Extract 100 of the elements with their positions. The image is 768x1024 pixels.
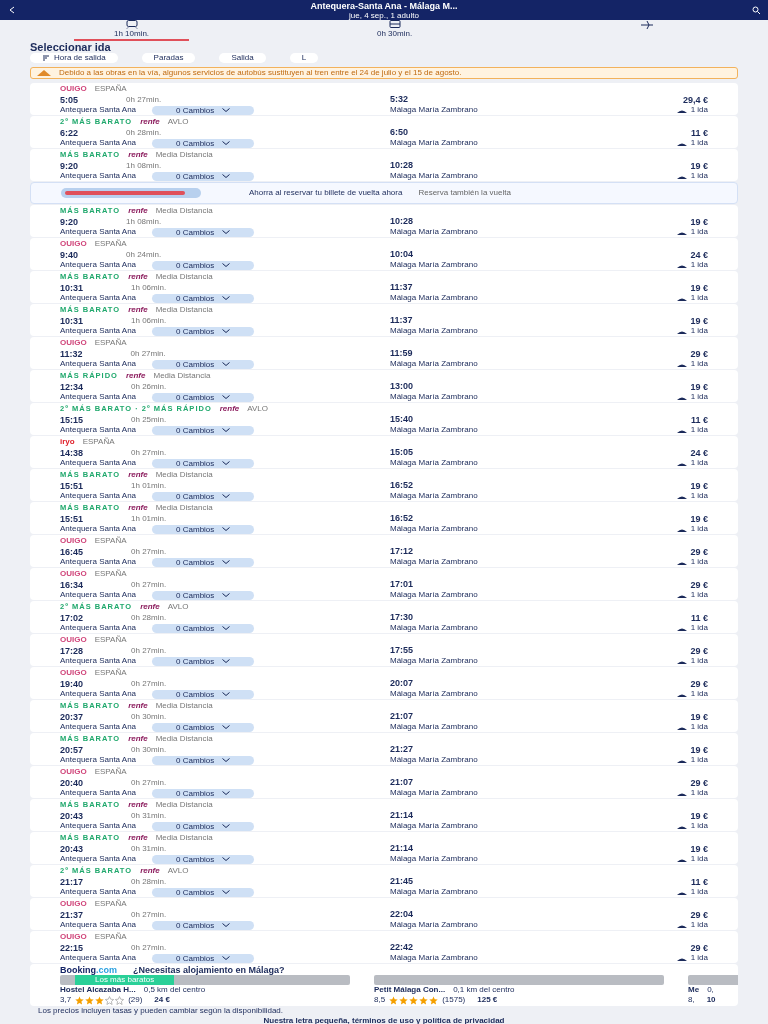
changes-toggle[interactable]: 0 Cambios: [152, 623, 255, 633]
fare-type: 1 ida: [690, 722, 708, 732]
origin-station: Antequera Santa Ana: [60, 392, 137, 402]
filter-chip[interactable]: Paradas: [141, 53, 196, 63]
origin-station: Antequera Santa Ana: [60, 171, 137, 181]
changes-toggle[interactable]: 0 Cambios: [152, 722, 255, 732]
hotel-name[interactable]: Petit Málaga Con...: [374, 985, 446, 995]
return-promo-banner[interactable]: Ahorra al reservar tu billete de vuelta ahora Reserva también la vuelta: [30, 182, 738, 204]
changes-toggle[interactable]: 0 Cambios: [152, 755, 255, 765]
changes-toggle[interactable]: 0 Cambios: [152, 138, 255, 148]
departure-time: 15:51: [60, 513, 84, 524]
changes-toggle[interactable]: 0 Cambios: [152, 227, 255, 237]
origin-station: Antequera Santa Ana: [60, 887, 137, 897]
departure-time: 20:43: [60, 843, 84, 854]
changes-toggle[interactable]: 0 Cambios: [152, 656, 255, 666]
changes-toggle[interactable]: 0 Cambios: [152, 854, 255, 864]
departure-time: 20:37: [60, 711, 84, 722]
chevron-down-icon: [222, 174, 231, 178]
changes-toggle[interactable]: 0 Cambios: [152, 392, 255, 402]
chevron-down-icon: [222, 108, 231, 112]
changes-toggle[interactable]: 0 Cambios: [152, 293, 255, 303]
back-icon[interactable]: [8, 6, 16, 14]
operator-service: Media Distancia: [155, 701, 213, 711]
arrival-time: 20:07: [390, 678, 414, 688]
operator-service: ESPAÑA: [94, 84, 127, 94]
chevron-down-icon: [222, 560, 231, 564]
departure-time: 6:22: [60, 127, 78, 138]
chevron-down-icon: [222, 923, 231, 927]
chevron-down-icon: [222, 527, 231, 531]
operator-service: ESPAÑA: [94, 899, 127, 909]
trip-duration: 0h 27min.: [131, 777, 167, 788]
changes-toggle[interactable]: 0 Cambios: [152, 458, 255, 468]
origin-station: Antequera Santa Ana: [60, 953, 137, 963]
changes-toggle[interactable]: 0 Cambios: [152, 359, 255, 369]
destination-station: Málaga María Zambrano: [390, 689, 478, 698]
operator-service: ESPAÑA: [94, 536, 127, 546]
ticket-price: 19 €: [690, 480, 708, 491]
arrival-time: 22:04: [390, 909, 414, 919]
changes-toggle[interactable]: 0 Cambios: [152, 887, 255, 897]
sort-icon: [42, 55, 50, 61]
operator-service: Media Distancia: [155, 305, 213, 315]
trip-duration: 1h 08min.: [126, 160, 162, 171]
hotel-distance: 0,5 km del centro: [143, 985, 206, 995]
trip-duration: 0h 31min.: [131, 810, 167, 821]
changes-toggle[interactable]: 0 Cambios: [152, 920, 255, 930]
destination-station: Málaga María Zambrano: [390, 293, 478, 302]
ticket-price: 19 €: [690, 160, 708, 171]
departure-time: 22:15: [60, 942, 84, 953]
operator-logo: renfe: [128, 305, 148, 315]
changes-toggle[interactable]: 0 Cambios: [152, 689, 255, 699]
changes-toggle[interactable]: 0 Cambios: [152, 557, 255, 567]
legal-link[interactable]: Nuestra letra pequeña, términos de uso y política de privacidad: [263, 1016, 505, 1024]
operator-logo: renfe: [128, 833, 148, 843]
hotel-rating: 8,5: [374, 995, 386, 1005]
ticket-price: 29 €: [690, 942, 708, 953]
arrival-time: 10:04: [390, 249, 414, 259]
route-title: Antequera-Santa Ana - Málaga M...: [309, 0, 459, 11]
trip-details: jue, 4 sep., 1 adulto: [349, 10, 419, 20]
changes-toggle[interactable]: 0 Cambios: [152, 491, 255, 501]
changes-toggle[interactable]: 0 Cambios: [152, 171, 255, 181]
trip-duration: 0h 27min.: [131, 579, 167, 590]
ticket-price: 19 €: [690, 810, 708, 821]
destination-station: Málaga María Zambrano: [390, 722, 478, 731]
ticket-price: 11 €: [690, 612, 708, 623]
changes-toggle[interactable]: 0 Cambios: [152, 821, 255, 831]
changes-toggle[interactable]: 0 Cambios: [152, 326, 255, 336]
changes-toggle[interactable]: 0 Cambios: [152, 524, 255, 534]
origin-station: Antequera Santa Ana: [60, 260, 137, 270]
trip-duration: 0h 24min.: [126, 249, 162, 260]
origin-station: Antequera Santa Ana: [60, 359, 137, 369]
arrival-time: 11:37: [390, 315, 413, 325]
changes-toggle[interactable]: 0 Cambios: [152, 590, 255, 600]
fare-type: 1 ida: [690, 755, 708, 765]
operator-logo: OUIGO: [60, 338, 87, 348]
operator-logo: renfe: [128, 150, 148, 160]
chevron-down-icon: [222, 230, 231, 234]
chevron-down-icon: [222, 758, 231, 762]
hotel-name[interactable]: Me: [688, 985, 700, 995]
destination-station: Málaga María Zambrano: [390, 171, 478, 180]
filter-chip[interactable]: Salida: [219, 53, 266, 63]
hotel-rating: 8,: [688, 995, 695, 1005]
arrival-time: 22:42: [390, 942, 414, 952]
changes-toggle[interactable]: 0 Cambios: [152, 105, 255, 115]
changes-toggle[interactable]: 0 Cambios: [152, 425, 255, 435]
changes-toggle[interactable]: 0 Cambios: [152, 260, 255, 270]
destination-station: Málaga María Zambrano: [390, 524, 478, 533]
destination-station: Málaga María Zambrano: [390, 656, 478, 665]
changes-toggle[interactable]: 0 Cambios: [152, 788, 255, 798]
travel-mode-tab[interactable]: 1h 10min.: [73, 20, 190, 41]
operator-service: Media Distancia: [155, 150, 213, 160]
departure-time: 19:40: [60, 678, 84, 689]
changes-toggle[interactable]: 0 Cambios: [152, 953, 255, 963]
filter-chip[interactable]: L: [289, 53, 319, 63]
filter-chip[interactable]: Hora de salida: [30, 53, 118, 63]
operator-service: Media Distancia: [155, 800, 213, 810]
search-icon[interactable]: [752, 6, 760, 14]
trip-duration: 1h 01min.: [131, 513, 167, 524]
travel-mode-tab[interactable]: 0h 30min.: [337, 20, 453, 41]
trip-duration: 0h 27min.: [131, 546, 167, 557]
hotel-name[interactable]: Hostel Alcazaba H...: [60, 985, 136, 995]
